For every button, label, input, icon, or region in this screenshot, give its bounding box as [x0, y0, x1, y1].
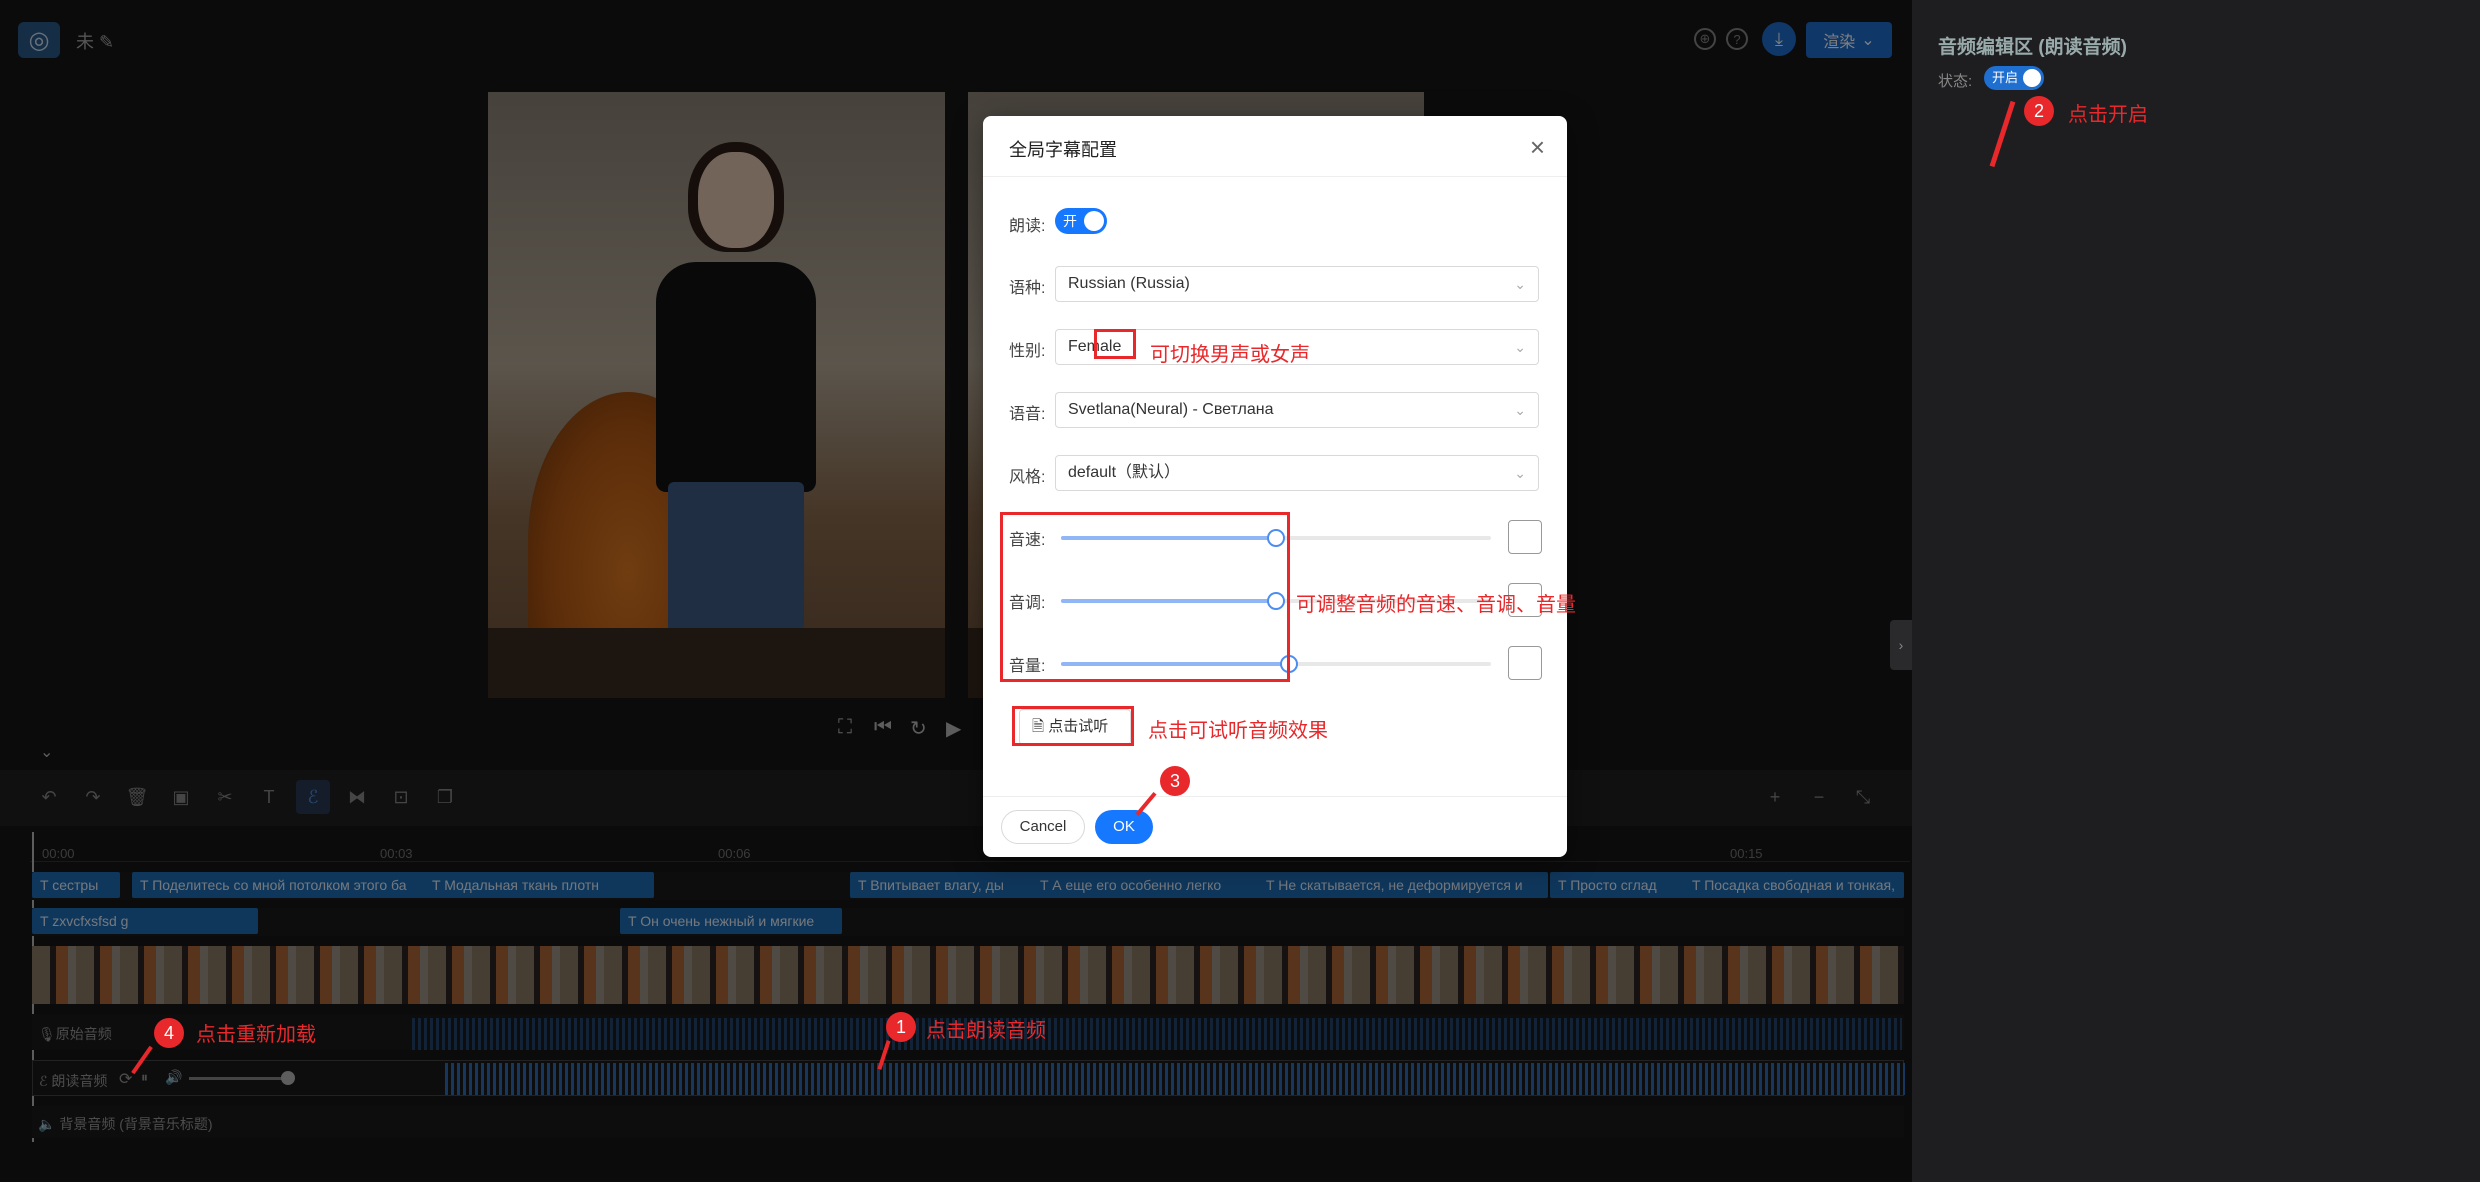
gender-label: 性别: [1009, 343, 1046, 360]
audio-edit-panel: 音频编辑区 (朗读音频) 状态: 开启 [1912, 0, 2480, 1182]
switch-knob [1084, 211, 1104, 231]
speed-input[interactable] [1508, 520, 1542, 554]
annotation-note-4: 点击重新加载 [196, 1024, 316, 1046]
language-value: Russian (Russia) [1068, 275, 1190, 292]
annotation-badge-3: 3 [1160, 766, 1190, 796]
style-label: 风格: [1009, 469, 1046, 486]
panel-collapse-tab[interactable]: › [1890, 620, 1912, 670]
annotation-note-1: 点击朗读音频 [926, 1020, 1046, 1042]
style-value: default（默认） [1068, 464, 1181, 481]
chevron-down-icon: ⌄ [1514, 276, 1526, 292]
annotation-badge-4: 4 [154, 1018, 184, 1048]
modal-title: 全局字幕配置 [1009, 140, 1117, 160]
annotation-try-note: 点击可试听音频效果 [1148, 720, 1328, 742]
read-switch-label: 开 [1063, 213, 1077, 229]
ok-button[interactable]: OK [1095, 810, 1153, 844]
status-label: 状态: [1938, 73, 1973, 90]
status-toggle-label: 开启 [1992, 70, 2019, 85]
chevron-right-icon: › [1898, 637, 1904, 653]
annotation-box-gender [1094, 329, 1136, 359]
chevron-down-icon: ⌄ [1514, 465, 1526, 481]
style-select[interactable]: default（默认） ⌄ [1055, 455, 1539, 491]
annotation-badge-1: 1 [886, 1012, 916, 1042]
divider [983, 176, 1567, 177]
annotation-gender-note: 可切换男声或女声 [1150, 344, 1310, 366]
annotation-badge-2: 2 [2024, 96, 2054, 126]
divider [983, 796, 1567, 797]
annotation-box-try [1012, 706, 1134, 746]
close-icon[interactable]: × [1530, 134, 1545, 160]
chevron-down-icon: ⌄ [1514, 339, 1526, 355]
voice-value: Svetlana(Neural) - Светлана [1068, 401, 1274, 418]
cancel-button[interactable]: Cancel [1001, 810, 1085, 844]
read-label: 朗读: [1009, 218, 1046, 235]
read-switch[interactable]: 开 [1055, 208, 1107, 234]
toggle-knob [2023, 69, 2041, 87]
modal-backdrop[interactable] [0, 0, 1912, 1182]
voice-select[interactable]: Svetlana(Neural) - Светлана ⌄ [1055, 392, 1539, 428]
language-select[interactable]: Russian (Russia) ⌄ [1055, 266, 1539, 302]
status-toggle[interactable]: 开启 [1984, 66, 2044, 90]
editor-area: ◎ 未 ✎ ⊕ ? ⤓ 渲染⌄ ⛶ ⏮ ↻ ▶ ⌄ [0, 0, 1912, 1182]
language-label: 语种: [1009, 280, 1046, 297]
app-root: ◎ 未 ✎ ⊕ ? ⤓ 渲染⌄ ⛶ ⏮ ↻ ▶ ⌄ [0, 0, 2480, 1182]
panel-title: 音频编辑区 (朗读音频) [1938, 37, 2127, 58]
annotation-box-sliders [1000, 512, 1290, 682]
annotation-note-2: 点击开启 [2068, 104, 2148, 126]
volume-input[interactable] [1508, 646, 1542, 680]
voice-label: 语音: [1009, 406, 1046, 423]
annotation-slider-note: 可调整音频的音速、音调、音量 [1296, 594, 1576, 616]
chevron-down-icon: ⌄ [1514, 402, 1526, 418]
